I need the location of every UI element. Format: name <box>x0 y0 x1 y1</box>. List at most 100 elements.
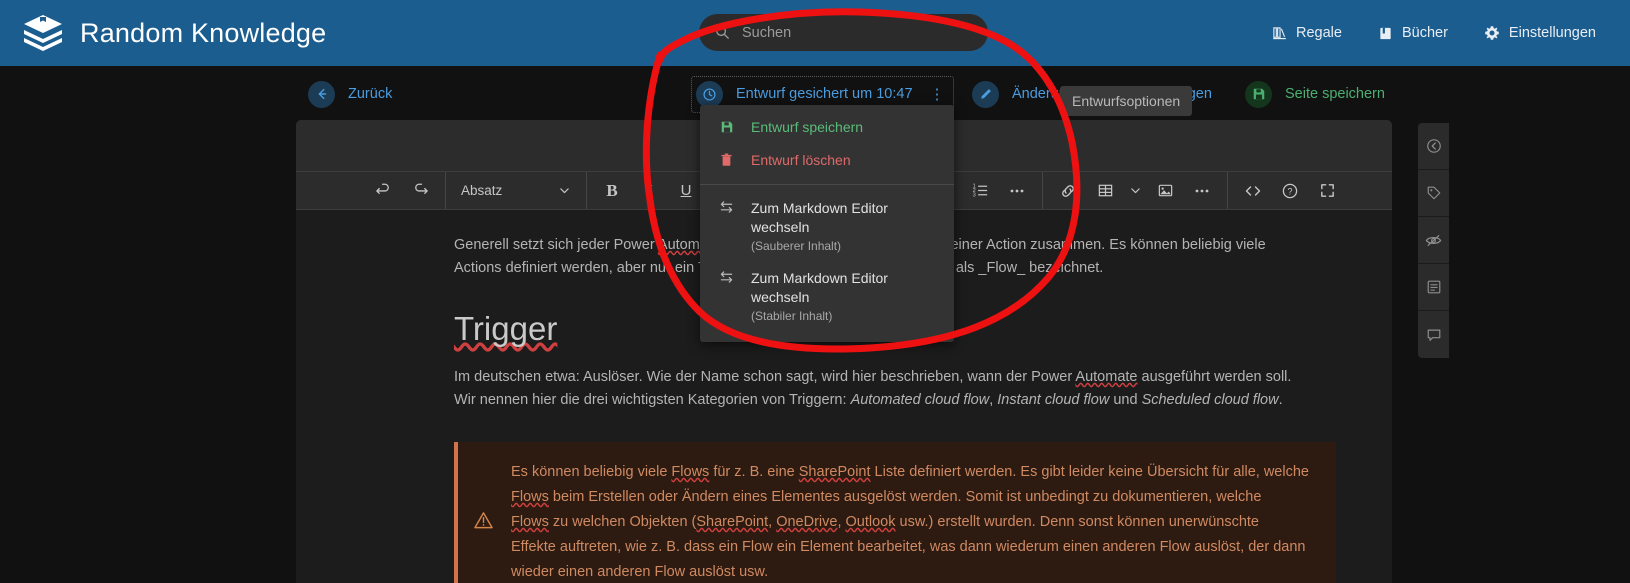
app-header: Random Knowledge Regale Büch <box>0 0 1630 66</box>
nav-label-shelves: Regale <box>1296 25 1342 41</box>
toolbar-group-style: Absatz <box>446 172 587 209</box>
dropdown-item-delete-draft[interactable]: Entwurf löschen <box>700 144 954 177</box>
eye-slash-icon <box>1425 234 1442 246</box>
image-icon[interactable] <box>1151 177 1179 205</box>
sep-3: . <box>1278 392 1283 408</box>
chevron-down-icon <box>560 188 569 194</box>
dropdown-item-markdown-stable[interactable]: Zum Markdown Editor wechseln (Stabiler I… <box>700 262 954 332</box>
save-icon <box>1245 80 1272 108</box>
list-more-ellipsis-icon[interactable] <box>1003 177 1031 205</box>
warning-callout-text: Es können beliebig viele Flows für z. B.… <box>511 460 1309 583</box>
callout-l5: wieder einen anderen Flow auslöst usw. <box>511 564 769 580</box>
arrow-left-icon <box>308 80 335 108</box>
paragraph-style-value: Absatz <box>461 183 503 198</box>
pages-icon <box>1427 280 1440 294</box>
svg-text:?: ? <box>1287 186 1292 196</box>
callout-l4: Effekte auftreten, wie z. B. dass ein Fl… <box>511 539 1306 555</box>
dropdown-item-markdown-clean[interactable]: Zum Markdown Editor wechseln (Sauberer I… <box>700 192 954 262</box>
save-page-label: Seite speichern <box>1285 86 1385 102</box>
code-icon[interactable] <box>1239 177 1267 205</box>
kebab-menu-icon[interactable]: ⋮ <box>930 85 945 103</box>
sidebar-visibility-button[interactable] <box>1418 217 1449 264</box>
collapse-left-icon <box>1426 139 1441 153</box>
dropdown-label-delete-draft: Entwurf löschen <box>751 152 851 168</box>
dropdown-sub-markdown-stable: (Stabiler Inhalt) <box>751 309 833 323</box>
callout-l3d: usw.) erstellt wurden. Denn sonst können… <box>895 514 1260 530</box>
draft-status-label: Entwurf gesichert um 10:47 <box>736 86 913 102</box>
brand-name: Random Knowledge <box>80 17 327 48</box>
comment-icon <box>1427 329 1440 341</box>
toolbar-group-insert <box>1043 172 1228 209</box>
undo-icon[interactable] <box>369 177 397 205</box>
callout-misspell-onedrive: OneDrive <box>776 514 838 530</box>
callout-l1b: für z. B. eine <box>709 464 799 480</box>
callout-l1c: Liste definiert werden. Es gibt leider k… <box>870 464 1309 480</box>
back-button[interactable]: Zurück <box>308 80 392 108</box>
flow-type-automated: Automated cloud flow <box>850 392 990 408</box>
dropdown-label-markdown-stable: Zum Markdown Editor wechseln <box>751 270 888 305</box>
fullscreen-icon[interactable] <box>1313 177 1341 205</box>
save-page-button[interactable]: Seite speichern <box>1245 80 1385 108</box>
clock-icon <box>696 80 723 108</box>
callout-misspell-flows-3: Flows <box>511 514 549 530</box>
callout-misspell-flows-1: Flows <box>671 464 710 480</box>
trash-icon <box>718 151 735 167</box>
callout-misspell-flows-2: Flows <box>511 489 549 505</box>
flow-type-instant: Instant cloud flow <box>997 392 1110 408</box>
svg-text:3: 3 <box>972 193 975 199</box>
book-stack-icon <box>24 15 62 51</box>
sidebar-comments-button[interactable] <box>1418 311 1449 358</box>
callout-misspell-sharepoint-2: SharePoint <box>696 514 769 530</box>
draft-options-tooltip: Entwurfsoptionen <box>1060 86 1193 116</box>
trigger-text-c: Wir nennen hier die drei wichtigsten Kat… <box>454 392 851 408</box>
search-input[interactable] <box>742 24 972 41</box>
help-circle-icon[interactable]: ? <box>1276 177 1304 205</box>
toolbar-group-tools: ? <box>1228 172 1352 209</box>
redo-icon[interactable] <box>406 177 434 205</box>
callout-l3a: zu welchen Objekten ( <box>548 514 697 530</box>
callout-l3c: , <box>837 514 846 530</box>
sidebar-collapse-button[interactable] <box>1418 123 1449 170</box>
numbered-list-icon[interactable]: 1 2 3 <box>966 177 994 205</box>
trigger-misspell-1: Automate <box>1075 369 1138 385</box>
italic-button[interactable]: I <box>635 177 663 205</box>
paragraph-style-select[interactable]: Absatz <box>457 183 575 198</box>
nav-label-books: Bücher <box>1401 25 1448 41</box>
dropdown-label-save-draft: Entwurf speichern <box>751 119 864 135</box>
sep-2: und <box>1109 392 1142 408</box>
insert-more-ellipsis-icon[interactable] <box>1188 177 1216 205</box>
underline-button[interactable]: U <box>672 177 700 205</box>
dropdown-label-markdown-clean: Zum Markdown Editor wechseln <box>751 200 888 235</box>
shelves-icon <box>1273 26 1286 39</box>
dropdown-sub-markdown-clean: (Sauberer Inhalt) <box>751 239 842 253</box>
nav-label-settings: Einstellungen <box>1508 25 1596 41</box>
dropdown-separator <box>700 184 954 185</box>
flow-type-scheduled: Scheduled cloud flow <box>1141 392 1279 408</box>
table-icon[interactable] <box>1091 177 1119 205</box>
link-icon[interactable] <box>1054 177 1082 205</box>
callout-misspell-sharepoint-1: SharePoint <box>798 464 871 480</box>
nav-item-books[interactable]: Bücher <box>1378 25 1448 41</box>
book-icon <box>1380 27 1391 39</box>
dropdown-item-save-draft[interactable]: Entwurf speichern <box>700 111 954 144</box>
nav-item-shelves[interactable]: Regale <box>1272 25 1342 41</box>
callout-misspell-outlook: Outlook <box>845 514 896 530</box>
callout-l2: beim Erstellen oder Ändern eines Element… <box>548 489 1262 505</box>
warning-callout: Es können beliebig viele Flows für z. B.… <box>454 442 1336 583</box>
draft-options-dropdown: Entwurf speichern Entwurf löschen Zum Ma… <box>700 105 954 342</box>
bold-button[interactable]: B <box>598 177 626 205</box>
warning-triangle-icon <box>474 511 493 535</box>
search-container[interactable] <box>699 14 988 51</box>
trigger-text-a: Im deutschen etwa: Auslöser. Wie der Nam… <box>454 369 1076 385</box>
intro-text-a: Generell setzt sich jeder Power <box>454 237 658 253</box>
search-icon <box>716 26 730 40</box>
sidebar-pages-button[interactable] <box>1418 264 1449 311</box>
nav-item-settings[interactable]: Einstellungen <box>1484 25 1596 41</box>
sidebar-tags-button[interactable] <box>1418 170 1449 217</box>
swap-icon <box>718 269 735 284</box>
gear-icon <box>1485 26 1499 40</box>
toolbar-group-history <box>358 172 446 209</box>
pencil-icon <box>972 80 999 108</box>
brand[interactable]: Random Knowledge <box>22 13 326 53</box>
table-chevron-down-icon[interactable] <box>1128 177 1142 205</box>
